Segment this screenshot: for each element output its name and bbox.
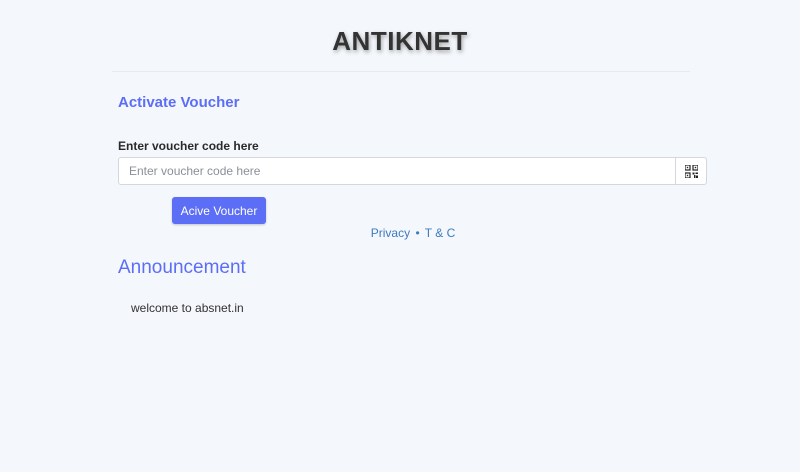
announcement-text: welcome to absnet.in <box>131 301 244 315</box>
header-divider <box>112 71 690 72</box>
qr-scan-button[interactable] <box>675 158 706 184</box>
voucher-input-group <box>118 157 707 185</box>
activate-voucher-heading: Activate Voucher <box>118 94 240 111</box>
announcement-heading: Announcement <box>118 257 246 278</box>
qr-code-icon <box>684 164 698 178</box>
terms-link[interactable]: T & C <box>425 226 455 240</box>
privacy-link[interactable]: Privacy <box>371 226 410 240</box>
footer-links: Privacy • T & C <box>0 226 800 240</box>
activate-voucher-button[interactable]: Acive Voucher <box>172 197 266 224</box>
voucher-page: ANTIKNET Activate Voucher Enter voucher … <box>0 0 800 472</box>
footer-separator: • <box>415 226 420 240</box>
brand-title: ANTIKNET <box>332 26 468 56</box>
voucher-code-label: Enter voucher code here <box>118 139 259 153</box>
voucher-code-input[interactable] <box>119 158 675 184</box>
